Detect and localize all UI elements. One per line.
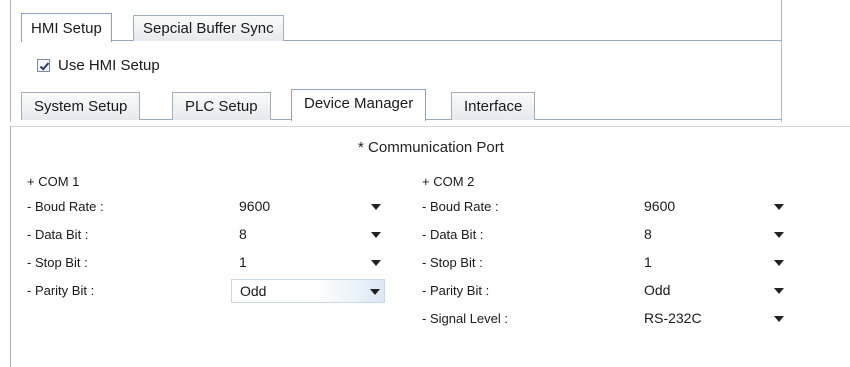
chevron-down-icon[interactable] (371, 232, 381, 238)
tab-hmi-setup[interactable]: HMI Setup (21, 13, 112, 42)
tab-plc-setup[interactable]: PLC Setup (172, 92, 271, 120)
com2-data-bit-select[interactable]: 8 (636, 223, 788, 247)
com1-stop-bit-row: - Stop Bit : 1 (27, 251, 397, 279)
com1-data-bit-row: - Data Bit : 8 (27, 223, 397, 251)
section-title: * Communication Port (358, 139, 504, 156)
com2-group: + COM 2 - Boud Rate : 9600 - Data Bit : … (422, 173, 842, 335)
use-hmi-setup-row[interactable]: Use HMI Setup (37, 55, 160, 75)
com2-stop-bit-select[interactable]: 1 (636, 251, 788, 275)
field-label: - Data Bit : (422, 227, 484, 242)
com1-baud-rate-select[interactable]: 9600 (231, 195, 385, 219)
com2-parity-bit-select[interactable]: Odd (636, 279, 788, 303)
com2-signal-level-select[interactable]: RS-232C (636, 307, 788, 331)
field-label: - Boud Rate : (27, 199, 104, 214)
tab-system-setup[interactable]: System Setup (21, 92, 141, 120)
field-label: - Stop Bit : (27, 255, 88, 270)
select-value: 9600 (239, 198, 271, 214)
chevron-down-icon[interactable] (774, 204, 784, 210)
com1-baud-rate-row: - Boud Rate : 9600 (27, 195, 397, 223)
outer-tab-strip: HMI Setup Sepcial Buffer Sync (21, 13, 781, 42)
select-value: 1 (644, 254, 652, 270)
com1-parity-bit-row: - Parity Bit : Odd (27, 279, 397, 307)
chevron-down-icon[interactable] (774, 232, 784, 238)
field-label: - Boud Rate : (422, 199, 499, 214)
com1-stop-bit-select[interactable]: 1 (231, 251, 385, 275)
com1-header: + COM 1 (27, 174, 80, 189)
select-value: 8 (239, 226, 247, 242)
select-value: RS-232C (644, 310, 702, 326)
chevron-down-icon[interactable] (774, 316, 784, 322)
com2-baud-rate-select[interactable]: 9600 (636, 195, 788, 219)
chevron-down-icon[interactable] (370, 289, 380, 295)
tab-interface[interactable]: Interface (451, 92, 536, 120)
select-value: 9600 (644, 198, 676, 214)
com1-group: + COM 1 - Boud Rate : 9600 - Data Bit : … (27, 173, 397, 307)
communication-port-panel: * Communication Port + COM 1 - Boud Rate… (10, 126, 850, 367)
field-label: - Parity Bit : (422, 283, 490, 298)
chevron-down-icon[interactable] (371, 260, 381, 266)
chevron-down-icon[interactable] (774, 288, 784, 294)
com2-baud-rate-row: - Boud Rate : 9600 (422, 195, 842, 223)
com2-parity-bit-row: - Parity Bit : Odd (422, 279, 842, 307)
use-hmi-setup-label: Use HMI Setup (58, 56, 160, 74)
hmi-setup-panel: HMI Setup Sepcial Buffer Sync Use HMI Se… (10, 0, 782, 122)
tab-special-buffer-sync[interactable]: Sepcial Buffer Sync (133, 15, 284, 41)
inner-tab-strip: System Setup PLC Setup Device Manager In… (21, 89, 781, 121)
field-label: - Stop Bit : (422, 255, 483, 270)
select-value: Odd (240, 283, 267, 299)
field-label: - Parity Bit : (27, 283, 95, 298)
chevron-down-icon[interactable] (774, 260, 784, 266)
use-hmi-setup-checkbox[interactable] (37, 58, 50, 72)
com1-parity-bit-select[interactable]: Odd (231, 279, 385, 303)
select-value: 1 (239, 254, 247, 270)
com1-data-bit-select[interactable]: 8 (231, 223, 385, 247)
field-label: - Signal Level : (422, 311, 508, 326)
com2-stop-bit-row: - Stop Bit : 1 (422, 251, 842, 279)
com2-signal-level-row: - Signal Level : RS-232C (422, 307, 842, 335)
com2-data-bit-row: - Data Bit : 8 (422, 223, 842, 251)
select-value: 8 (644, 226, 652, 242)
checkmark-icon (39, 61, 50, 71)
field-label: - Data Bit : (27, 227, 89, 242)
select-value: Odd (644, 282, 671, 298)
com2-header: + COM 2 (422, 174, 475, 189)
chevron-down-icon[interactable] (371, 204, 381, 210)
tab-device-manager[interactable]: Device Manager (291, 89, 427, 121)
